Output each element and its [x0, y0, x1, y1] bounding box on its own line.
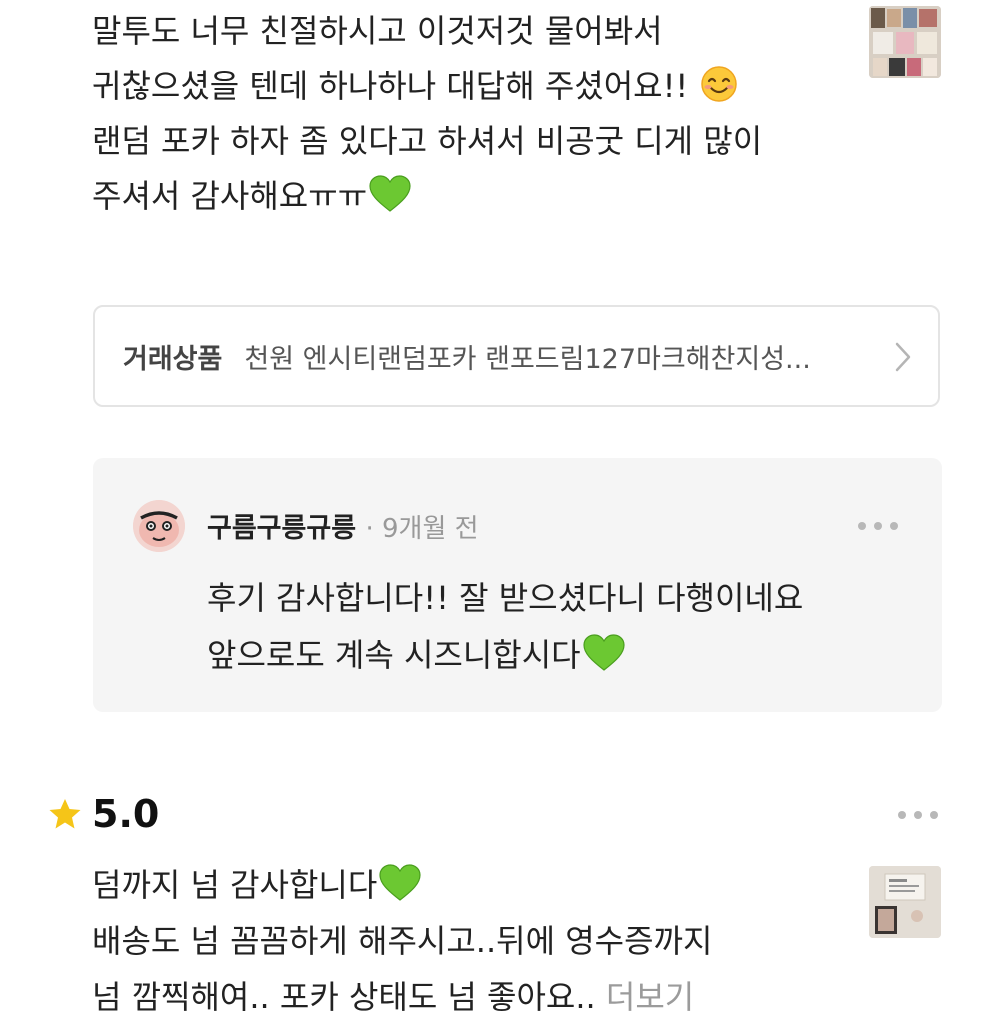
more-options-icon[interactable] — [898, 811, 938, 819]
product-name: 천원 엔시티랜덤포카 랜포드림127마크해찬지성... — [244, 343, 811, 375]
review-line: 배송도 넘 꼼꼼하게 해주시고..뒤에 영수증까지 — [92, 922, 713, 960]
more-options-icon[interactable] — [858, 522, 898, 530]
avatar[interactable] — [133, 500, 185, 552]
reply-author: 구름구릉규릉 · 9개월 전 — [207, 506, 479, 545]
chevron-right-icon — [895, 342, 911, 372]
review-photo-thumbnail[interactable] — [869, 6, 941, 78]
review-line: 귀찮으셨을 텐데 하나하나 대답해 주셨어요!! — [92, 59, 832, 114]
review-line: 덤까지 넘 감사합니다 — [92, 857, 832, 913]
review-photo-thumbnail[interactable] — [869, 866, 941, 938]
smiling-face-emoji — [701, 66, 738, 102]
star-icon — [49, 799, 81, 829]
green-heart-emoji — [379, 864, 421, 901]
read-more-link[interactable]: 더보기 — [606, 978, 694, 1016]
author-name[interactable]: 구름구릉규릉 — [207, 513, 356, 544]
photo-image — [869, 6, 941, 78]
reply-body: 후기 감사합니다!! 잘 받으셨다니 다행이네요 앞으로도 계속 시즈니합시다 — [207, 570, 803, 684]
review-body: 덤까지 넘 감사합니다 배송도 넘 꼼꼼하게 해주시고..뒤에 영수증까지 넘 … — [92, 857, 832, 1025]
review-line: 주셔서 감사해요ㅠㅠ — [92, 169, 832, 224]
reply-line: 후기 감사합니다!! 잘 받으셨다니 다행이네요 — [207, 579, 804, 617]
green-heart-emoji — [369, 175, 411, 212]
review-line: 말투도 너무 친절하시고 이것저것 물어봐서 — [92, 12, 663, 50]
reply-line: 앞으로도 계속 시즈니합시다 — [207, 627, 803, 684]
reply-time: · 9개월 전 — [365, 514, 479, 544]
review-line: 랜덤 포카 하자 좀 있다고 하셔서 비공굿 디게 많이 — [92, 122, 763, 160]
traded-product-link[interactable]: 거래상품 천원 엔시티랜덤포카 랜포드림127마크해찬지성... — [93, 305, 940, 407]
product-label: 거래상품 — [123, 343, 223, 375]
review-body: 말투도 너무 친절하시고 이것저것 물어봐서 귀찮으셨을 텐데 하나하나 대답해… — [92, 4, 832, 224]
photo-image — [869, 866, 941, 938]
green-heart-emoji — [583, 634, 625, 671]
rating-score: 5.0 — [92, 792, 160, 836]
review-line: 넘 깜찍해여.. 포카 상태도 넘 좋아요.. 더보기 — [92, 978, 695, 1016]
avatar-image — [133, 500, 185, 552]
seller-reply: 구름구릉규릉 · 9개월 전 후기 감사합니다!! 잘 받으셨다니 다행이네요 … — [93, 458, 942, 712]
review-rating: 5.0 — [48, 792, 159, 836]
